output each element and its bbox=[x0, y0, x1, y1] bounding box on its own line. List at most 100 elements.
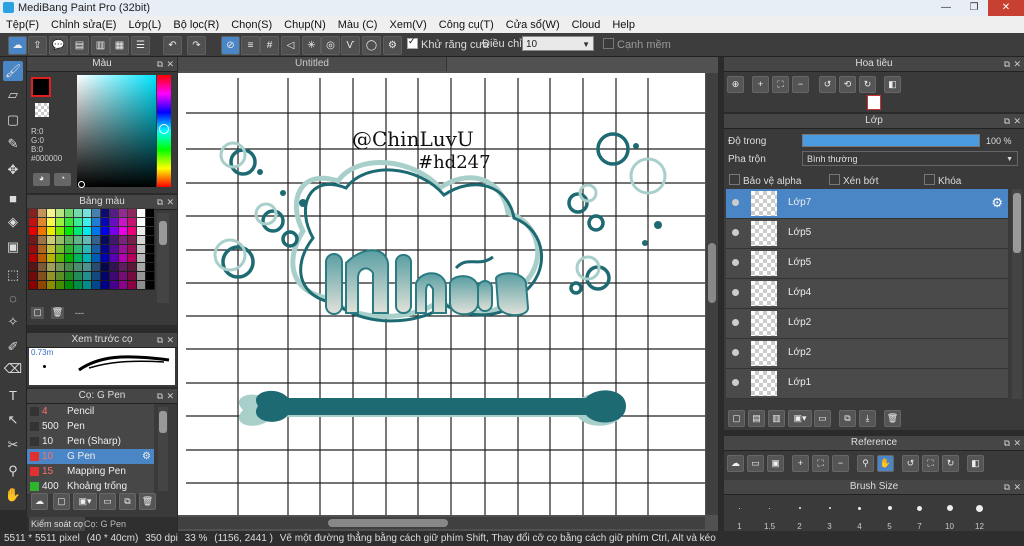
menu-edit[interactable]: Chỉnh sửa(E) bbox=[45, 19, 122, 31]
snap-settings-icon[interactable]: ⚙ bbox=[383, 36, 402, 55]
menu-window[interactable]: Cửa sổ(W) bbox=[500, 19, 566, 31]
delete-layer-icon[interactable]: 🗑 bbox=[884, 410, 901, 427]
popout-icon[interactable]: ⧉ bbox=[157, 195, 163, 209]
brush-size-button[interactable]: 4 bbox=[845, 499, 874, 531]
menu-help[interactable]: Help bbox=[606, 19, 641, 31]
hue-handle[interactable] bbox=[159, 124, 169, 134]
text-tool-icon[interactable]: T bbox=[3, 386, 23, 406]
drawing-canvas[interactable]: @ChinLuvU #hd247 bbox=[178, 73, 705, 515]
checkbox-icon[interactable] bbox=[729, 174, 740, 185]
eye-icon[interactable] bbox=[732, 349, 739, 356]
antialias-checkbox[interactable]: Khử răng cưa bbox=[407, 36, 489, 51]
rotate-left-icon[interactable]: ↺ bbox=[902, 455, 919, 472]
transparent-swatch[interactable] bbox=[35, 103, 49, 117]
new-layer-icon[interactable]: ▢ bbox=[728, 410, 745, 427]
new-8bit-layer-icon[interactable]: ▥ bbox=[768, 410, 785, 427]
menu-layer[interactable]: Lớp(L) bbox=[122, 19, 167, 31]
layer-row[interactable]: Lớp1 bbox=[726, 369, 1008, 399]
layer-row[interactable]: Lớp4 bbox=[726, 279, 1008, 309]
close-icon[interactable]: ✕ bbox=[166, 389, 174, 403]
checkbox-icon[interactable] bbox=[407, 36, 418, 49]
bucket-tool-icon[interactable]: ◈ bbox=[3, 212, 23, 232]
palette-icon[interactable]: ◕ bbox=[33, 173, 50, 186]
menu-select[interactable]: Chọn(S) bbox=[225, 19, 278, 31]
layer-row[interactable]: Lớp2 bbox=[726, 339, 1008, 369]
brush-item[interactable]: 400 Khoảng trống [Edge] bbox=[27, 479, 154, 494]
snap-ellipse-icon[interactable]: ◯ bbox=[362, 36, 381, 55]
undo-icon[interactable]: ↶ bbox=[163, 36, 182, 55]
add-brush-icon[interactable]: ▣▾ bbox=[73, 493, 97, 510]
minimize-icon[interactable]: — bbox=[932, 0, 960, 16]
tab-brush-gpen[interactable]: Cọ: G Pen bbox=[82, 517, 128, 531]
snap-parallel-icon[interactable]: ≡ bbox=[241, 36, 260, 55]
new-halftone-layer-icon[interactable]: ▤ bbox=[748, 410, 765, 427]
close-icon[interactable]: ✕ bbox=[988, 0, 1024, 16]
maximize-icon[interactable]: ❐ bbox=[960, 0, 988, 16]
hand-icon[interactable]: ✋ bbox=[877, 455, 894, 472]
redo-icon[interactable]: ↷ bbox=[187, 36, 206, 55]
zoom-fit-icon[interactable]: ⊕ bbox=[727, 76, 744, 93]
eye-icon[interactable] bbox=[732, 229, 739, 236]
layer-scrollbar[interactable] bbox=[1012, 189, 1022, 399]
brush-size-button[interactable]: 1.5 bbox=[755, 499, 784, 531]
close-icon[interactable]: ✕ bbox=[166, 333, 174, 347]
brush-item[interactable]: 15 Mapping Pen bbox=[27, 464, 154, 480]
brush-size-button[interactable]: 7 bbox=[905, 499, 934, 531]
brush-item[interactable]: 4 Pencil bbox=[27, 404, 154, 420]
snap-grid-icon[interactable]: # bbox=[260, 36, 279, 55]
lock-checkbox[interactable]: Khóa bbox=[924, 174, 961, 187]
popout-icon[interactable]: ⧉ bbox=[1004, 480, 1010, 494]
zoom-in-icon[interactable]: + bbox=[792, 455, 809, 472]
duplicate-layer-icon[interactable]: ⧉ bbox=[839, 410, 856, 427]
adjust-combobox[interactable]: 10 ▼ bbox=[522, 36, 594, 51]
snap-off-icon[interactable]: ⊘ bbox=[221, 36, 240, 55]
close-icon[interactable]: ✕ bbox=[166, 57, 174, 71]
blend-combobox[interactable]: Bình thường ▼ bbox=[802, 151, 1018, 166]
popout-icon[interactable]: ⧉ bbox=[1004, 114, 1010, 128]
snap-circle-icon[interactable]: ◎ bbox=[321, 36, 340, 55]
brush-item[interactable]: 10 Pen (Sharp) bbox=[27, 434, 154, 450]
brush-copy-icon[interactable]: ⧉ bbox=[119, 493, 136, 510]
select-tool-icon[interactable]: ⬚ bbox=[3, 265, 23, 285]
fit-window-icon[interactable]: ⛶ bbox=[772, 76, 789, 93]
delete-brush-icon[interactable]: 🗑 bbox=[139, 493, 156, 510]
dot-tool-icon[interactable]: ▢ bbox=[3, 110, 23, 130]
fill-rect-tool-icon[interactable]: ■ bbox=[3, 189, 23, 209]
reference-image-icon[interactable]: ▣ bbox=[767, 455, 784, 472]
close-icon[interactable]: ✕ bbox=[1013, 436, 1021, 450]
export-icon[interactable]: ⇪ bbox=[28, 36, 47, 55]
layer-row[interactable]: Lớp5 bbox=[726, 249, 1008, 279]
close-icon[interactable]: ✕ bbox=[1013, 57, 1021, 71]
brush-tool-icon[interactable]: 🖌 bbox=[3, 61, 23, 81]
brush-folder-icon[interactable]: ▭ bbox=[99, 493, 116, 510]
blur-tool-icon[interactable]: ✎ bbox=[3, 134, 23, 154]
clipping-checkbox[interactable]: Xén bớt bbox=[829, 174, 878, 187]
checkbox-icon[interactable] bbox=[829, 174, 840, 185]
menu-file[interactable]: Tệp(F) bbox=[0, 19, 45, 31]
menu-filter[interactable]: Bộ lọc(R) bbox=[167, 19, 225, 31]
protect-alpha-checkbox[interactable]: Bảo vệ alpha bbox=[729, 174, 801, 187]
eyedropper-icon[interactable]: ⚲ bbox=[857, 455, 874, 472]
rotate-left-icon[interactable]: ↺ bbox=[819, 76, 836, 93]
cloud-reference-icon[interactable]: ☁ bbox=[727, 455, 744, 472]
checkbox-icon[interactable] bbox=[603, 38, 614, 49]
eye-icon[interactable] bbox=[732, 289, 739, 296]
add-layer-dropdown-icon[interactable]: ▣▾ bbox=[788, 410, 812, 427]
rotate-right-icon[interactable]: ↻ bbox=[942, 455, 959, 472]
rotate-right-icon[interactable]: ↻ bbox=[859, 76, 876, 93]
palette-add-icon[interactable]: ◔ bbox=[54, 173, 71, 186]
merge-layer-icon[interactable]: ⤓ bbox=[859, 410, 876, 427]
magic-wand-tool-icon[interactable]: ✧ bbox=[3, 312, 23, 332]
document-tab[interactable]: Untitled bbox=[178, 57, 447, 71]
popout-icon[interactable]: ⧉ bbox=[157, 389, 163, 403]
tab-brush-control[interactable]: Kiểm soát cọ bbox=[29, 517, 86, 531]
canvas-vertical-scrollbar[interactable] bbox=[706, 73, 718, 515]
saturation-value-picker[interactable] bbox=[77, 75, 156, 187]
canvas-horizontal-scrollbar[interactable] bbox=[178, 517, 705, 529]
opacity-slider[interactable] bbox=[802, 134, 980, 147]
menu-view[interactable]: Xem(V) bbox=[383, 19, 432, 31]
eye-icon[interactable] bbox=[732, 319, 739, 326]
checkbox-icon[interactable] bbox=[924, 174, 935, 185]
note-icon[interactable]: ▥ bbox=[91, 36, 110, 55]
operation-tool-icon[interactable]: ↖ bbox=[3, 410, 23, 430]
